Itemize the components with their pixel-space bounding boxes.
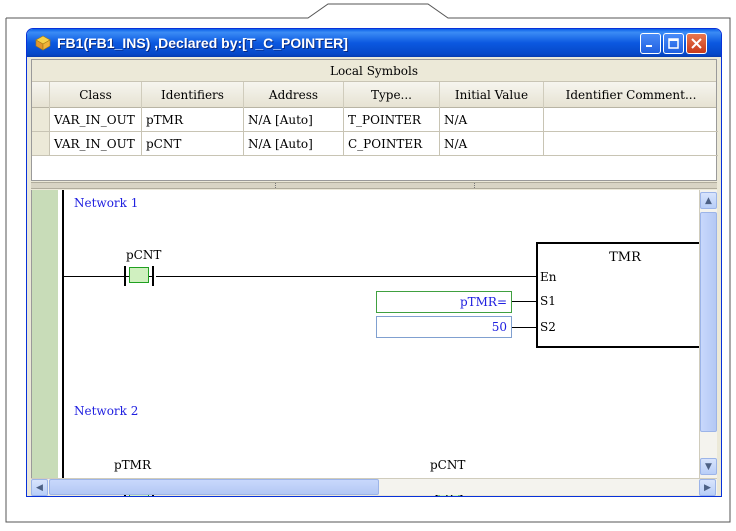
app-icon bbox=[35, 35, 51, 51]
cell-address[interactable]: N/A [Auto] bbox=[244, 108, 344, 132]
local-symbols-table: Local Symbols Class Identifiers Address … bbox=[31, 59, 718, 181]
column-initial-value[interactable]: Initial Value bbox=[440, 82, 544, 108]
cell-initial-value[interactable]: N/A bbox=[440, 132, 544, 156]
cell-comment[interactable] bbox=[544, 132, 718, 156]
tmr-function-block[interactable]: TMR En S1 S2 bbox=[536, 242, 714, 348]
network-2-coil-label[interactable]: pCNT bbox=[430, 458, 465, 472]
rail-margin bbox=[32, 190, 58, 478]
contact-highlight bbox=[129, 267, 149, 283]
pin-s2: S2 bbox=[540, 320, 556, 334]
left-power-rail bbox=[62, 190, 64, 478]
block-name: TMR bbox=[609, 250, 641, 265]
operand-wire bbox=[512, 301, 536, 302]
window-title: FB1(FB1_INS) ,Declared by:[T_C_POINTER] bbox=[57, 35, 348, 51]
splitter-grip[interactable] bbox=[275, 183, 475, 188]
column-class[interactable]: Class bbox=[50, 82, 142, 108]
s1-operand-field[interactable]: pTMR= bbox=[376, 291, 512, 313]
horizontal-scroll-thumb[interactable] bbox=[49, 479, 379, 495]
maximize-button[interactable] bbox=[663, 33, 684, 54]
cell-identifier[interactable]: pCNT bbox=[142, 132, 244, 156]
cell-class[interactable]: VAR_IN_OUT bbox=[50, 132, 142, 156]
local-symbols-title: Local Symbols bbox=[32, 60, 716, 82]
minimize-button[interactable] bbox=[640, 33, 661, 54]
scroll-down-button[interactable]: ▼ bbox=[700, 458, 717, 475]
pane-splitter[interactable] bbox=[31, 182, 717, 189]
operand-wire bbox=[512, 327, 536, 328]
vertical-scroll-thumb[interactable] bbox=[700, 212, 717, 432]
cell-address[interactable]: N/A [Auto] bbox=[244, 132, 344, 156]
network-2-label[interactable]: Network 2 bbox=[74, 404, 138, 418]
horizontal-scrollbar[interactable]: ◀ ▶ bbox=[31, 478, 717, 496]
cell-class[interactable]: VAR_IN_OUT bbox=[50, 108, 142, 132]
cell-identifier[interactable]: pTMR bbox=[142, 108, 244, 132]
s2-operand-field[interactable]: 50 bbox=[376, 316, 512, 338]
title-bar[interactable]: FB1(FB1_INS) ,Declared by:[T_C_POINTER] bbox=[27, 29, 721, 57]
cell-type[interactable]: C_POINTER bbox=[344, 132, 440, 156]
chevron-up-icon: ▲ bbox=[705, 195, 712, 206]
column-type[interactable]: Type... bbox=[344, 82, 440, 108]
row-header-corner bbox=[32, 82, 50, 108]
scroll-up-button[interactable]: ▲ bbox=[700, 192, 717, 209]
chevron-left-icon: ◀ bbox=[36, 482, 43, 493]
cell-initial-value[interactable]: N/A bbox=[440, 108, 544, 132]
ladder-editor[interactable]: Network 1 pCNT TMR En S1 S2 pTMR= 50 Net… bbox=[31, 190, 714, 496]
network-1-contact[interactable] bbox=[124, 266, 154, 286]
scroll-left-button[interactable]: ◀ bbox=[31, 479, 48, 496]
column-identifier-comment[interactable]: Identifier Comment... bbox=[544, 82, 718, 108]
column-identifiers[interactable]: Identifiers bbox=[142, 82, 244, 108]
table-header: Class Identifiers Address Type... Initia… bbox=[32, 82, 716, 108]
network-2-contact-label[interactable]: pTMR bbox=[114, 458, 151, 472]
scroll-right-button[interactable]: ▶ bbox=[699, 479, 716, 496]
network-1-contact-label[interactable]: pCNT bbox=[126, 248, 161, 262]
close-icon bbox=[691, 38, 702, 49]
row-marker bbox=[32, 108, 50, 132]
cell-type[interactable]: T_POINTER bbox=[344, 108, 440, 132]
minimize-icon bbox=[646, 45, 652, 47]
rung-wire bbox=[156, 276, 536, 277]
network-1-label[interactable]: Network 1 bbox=[74, 196, 138, 210]
row-marker bbox=[32, 132, 50, 156]
pin-s1: S1 bbox=[540, 294, 556, 308]
chevron-down-icon: ▼ bbox=[705, 461, 712, 472]
cell-comment[interactable] bbox=[544, 108, 718, 132]
vertical-scrollbar[interactable]: ▲ ▼ bbox=[699, 190, 717, 478]
table-row[interactable]: VAR_IN_OUT pCNT N/A [Auto] C_POINTER N/A bbox=[32, 132, 718, 156]
pin-en: En bbox=[540, 270, 557, 284]
maximize-icon bbox=[668, 38, 679, 49]
column-address[interactable]: Address bbox=[244, 82, 344, 108]
fb-editor-window: FB1(FB1_INS) ,Declared by:[T_C_POINTER] … bbox=[26, 28, 722, 497]
table-row[interactable]: VAR_IN_OUT pTMR N/A [Auto] T_POINTER N/A bbox=[32, 108, 718, 132]
chevron-right-icon: ▶ bbox=[704, 482, 711, 493]
close-button[interactable] bbox=[686, 33, 707, 54]
